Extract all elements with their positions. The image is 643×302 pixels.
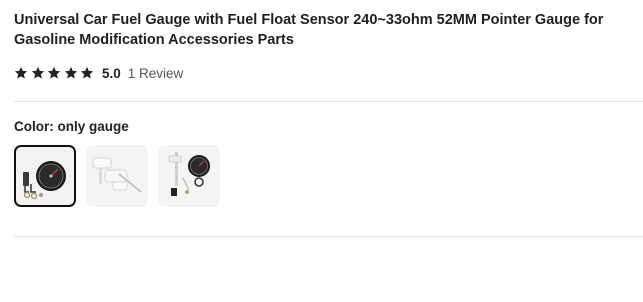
rating-row[interactable]: 5.0 1 Review: [14, 64, 643, 82]
star-icon: [14, 66, 28, 79]
swatch-float-sensor[interactable]: [86, 145, 148, 207]
float-sensor-arm-icon: [92, 157, 142, 193]
star-rating: [14, 66, 94, 80]
swatch-gauge-with-sensor[interactable]: [158, 145, 220, 207]
product-info: Universal Car Fuel Gauge with Fuel Float…: [14, 10, 643, 237]
swatch-only-gauge[interactable]: [14, 145, 76, 207]
reviews-link[interactable]: 1 Review: [128, 66, 184, 81]
rating-value: 5.0: [102, 65, 121, 81]
star-icon: [47, 66, 61, 79]
star-icon: [80, 66, 94, 79]
gauge-with-float-sensor-icon: [168, 152, 210, 196]
star-icon: [31, 66, 44, 79]
color-selected-value: only gauge: [57, 119, 129, 134]
divider: [14, 101, 643, 102]
color-label-key: Color:: [14, 119, 54, 134]
color-swatches: [14, 145, 643, 207]
gauge-with-brackets-icon: [23, 161, 66, 200]
star-icon: [64, 66, 77, 79]
product-title: Universal Car Fuel Gauge with Fuel Float…: [14, 12, 604, 48]
divider: [14, 236, 643, 237]
color-option-label: Color: only gauge: [14, 119, 643, 134]
